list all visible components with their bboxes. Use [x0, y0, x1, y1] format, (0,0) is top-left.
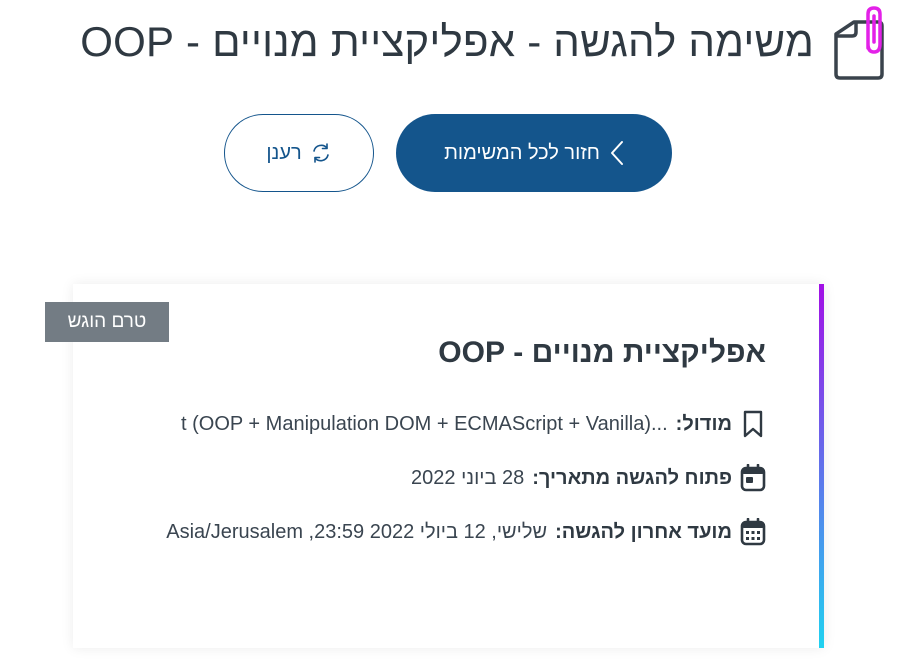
action-bar: חזור לכל המשימות רענן: [224, 114, 672, 192]
bookmark-icon: [740, 409, 766, 439]
calendar-icon: [740, 463, 766, 493]
open-date-value: 28 ביוני 2022: [411, 466, 525, 489]
module-label: מודול:: [675, 412, 732, 435]
page-header: משימה להגשה - אפליקציית מנויים - OOP: [80, 0, 886, 84]
open-date-row: פתוח להגשה מתאריך: 28 ביוני 2022: [411, 462, 766, 494]
card-accent-stripe: [819, 284, 824, 648]
back-to-tasks-label: חזור לכל המשימות: [444, 141, 600, 164]
back-to-tasks-button[interactable]: חזור לכל המשימות: [396, 114, 672, 192]
paperclip-document-icon: [828, 4, 886, 80]
open-date-label: פתוח להגשה מתאריך:: [532, 466, 732, 489]
deadline-label: מועד אחרון להגשה:: [555, 520, 732, 543]
deadline-value: שלישי, 12 ביולי 2022 23:59, Asia/Jerusal…: [166, 520, 548, 543]
refresh-button[interactable]: רענן: [224, 114, 374, 192]
status-badge: טרם הוגש: [45, 302, 169, 342]
refresh-icon: [310, 142, 332, 164]
calendar-grid-icon: [740, 517, 766, 547]
deadline-row: מועד אחרון להגשה: שלישי, 12 ביולי 2022 2…: [166, 516, 766, 548]
module-row: מודול: ...t (OOP + Manipulation DOM + EC…: [181, 408, 766, 440]
refresh-label: רענן: [266, 141, 302, 164]
module-value: ...t (OOP + Manipulation DOM + ECMAScrip…: [181, 412, 668, 435]
assignment-card[interactable]: טרם הוגש אפליקציית מנויים - OOP מודול: .…: [45, 284, 824, 648]
chevron-left-icon: [610, 140, 624, 166]
assignment-title: אפליקציית מנויים - OOP: [438, 336, 766, 369]
page-title: משימה להגשה - אפליקציית מנויים - OOP: [80, 18, 814, 65]
